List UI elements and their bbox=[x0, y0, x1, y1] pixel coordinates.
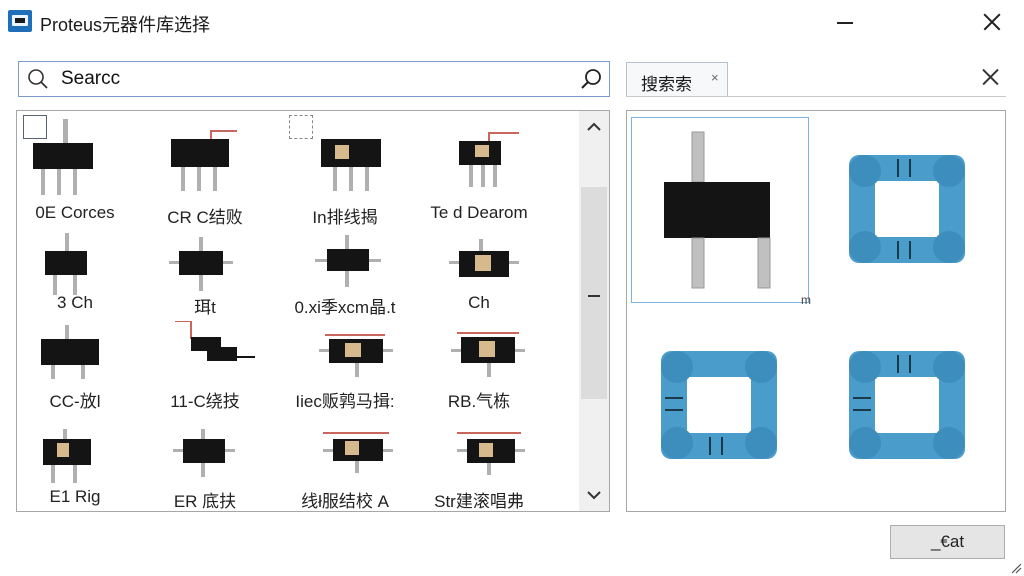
search-go-icon[interactable] bbox=[579, 68, 603, 92]
component-item[interactable]: 线ł服结校 A bbox=[275, 427, 415, 527]
component-label: 3 Ch bbox=[57, 293, 93, 312]
component-label: CR C结败 bbox=[167, 208, 243, 227]
component-label: Iiec贩鹑马揖: bbox=[295, 392, 395, 411]
component-item[interactable]: CC-放l bbox=[5, 321, 145, 421]
grid-scrollbar[interactable] bbox=[579, 111, 609, 511]
component-symbol-icon bbox=[457, 432, 525, 475]
component-symbol-icon bbox=[175, 321, 255, 361]
component-label: RB.气栋 bbox=[447, 392, 511, 411]
preview-panel: m bbox=[626, 110, 1006, 512]
component-label: Ch bbox=[468, 293, 490, 312]
component-label: 珥t bbox=[194, 298, 216, 317]
component-symbol-icon bbox=[45, 233, 87, 295]
footprint-preview[interactable] bbox=[845, 151, 969, 267]
app-icon bbox=[8, 10, 32, 32]
tab-divider bbox=[626, 96, 1006, 97]
tab-close-icon[interactable]: × bbox=[711, 70, 719, 85]
component-item[interactable]: Str建滚唱弗 bbox=[409, 427, 549, 527]
footprint-preview[interactable] bbox=[845, 347, 969, 463]
scroll-thumb[interactable] bbox=[581, 187, 607, 399]
ok-button[interactable]: _€at bbox=[890, 525, 1005, 559]
component-grid-panel: 0E Corces CR C结败 In排线揭 Te d Dearom 3 Ch … bbox=[16, 110, 610, 512]
component-label: Te d Dearom bbox=[430, 203, 528, 222]
component-symbol-icon bbox=[43, 429, 91, 483]
component-symbol-icon bbox=[33, 119, 93, 195]
component-symbol-icon bbox=[319, 334, 393, 377]
component-label: 0.xi季xcm晶.t bbox=[294, 298, 396, 317]
component-symbol-icon bbox=[321, 139, 381, 191]
component-item[interactable]: RB.气栋 bbox=[409, 321, 549, 421]
scroll-up-icon[interactable] bbox=[579, 115, 609, 139]
tab-search-label: 搜索索 bbox=[641, 75, 692, 94]
search-icon bbox=[28, 69, 48, 89]
component-item[interactable]: In排线揭 bbox=[275, 117, 415, 227]
component-symbol-icon bbox=[315, 235, 381, 287]
component-grid: 0E Corces CR C结败 In排线揭 Te d Dearom 3 Ch … bbox=[17, 111, 579, 511]
component-symbol-icon bbox=[173, 429, 235, 477]
preview-tag: m bbox=[801, 293, 811, 307]
close-window-button[interactable] bbox=[966, 0, 1020, 44]
footprint-icon bbox=[849, 351, 965, 459]
component-item[interactable]: 珥t bbox=[135, 231, 275, 331]
component-label: CC-放l bbox=[49, 392, 101, 411]
component-symbol-icon bbox=[171, 130, 237, 191]
component-item[interactable]: Ch bbox=[409, 231, 549, 331]
window-title: Proteus元器件库选择 bbox=[40, 15, 211, 35]
preview-symbol[interactable] bbox=[631, 117, 809, 303]
component-item[interactable]: ER 底扶 bbox=[135, 427, 275, 527]
component-item[interactable]: E1 Rig bbox=[5, 427, 145, 527]
component-item[interactable]: Te d Dearom bbox=[409, 117, 549, 222]
component-symbol-icon bbox=[449, 239, 519, 277]
component-label: ER 底扶 bbox=[173, 492, 237, 511]
component-item[interactable]: 11-C绕技 bbox=[135, 321, 275, 421]
component-label: 0E Corces bbox=[35, 203, 115, 222]
tab-search[interactable]: 搜索索 × bbox=[626, 62, 728, 96]
footprint-icon bbox=[849, 155, 965, 263]
component-label: 11-C绕技 bbox=[170, 392, 240, 411]
search-input[interactable] bbox=[61, 67, 541, 91]
component-item[interactable]: 0.xi季xcm晶.t bbox=[275, 231, 415, 331]
component-symbol-icon bbox=[41, 325, 99, 379]
component-symbol-icon bbox=[664, 131, 771, 289]
component-symbol-icon bbox=[459, 132, 519, 187]
component-item[interactable]: Iiec贩鹑马揖: bbox=[275, 321, 415, 421]
footprint-preview[interactable] bbox=[657, 347, 781, 463]
title-bar: Proteus元器件库选择 bbox=[0, 0, 1024, 44]
component-symbol-icon bbox=[451, 332, 525, 377]
component-label: E1 Rig bbox=[49, 487, 101, 506]
component-item[interactable]: CR C结败 bbox=[135, 117, 275, 227]
component-symbol-icon bbox=[323, 432, 393, 473]
component-label: Str建滚唱弗 bbox=[434, 492, 524, 511]
component-label: 线ł服结校 A bbox=[301, 492, 389, 511]
resize-grip-icon[interactable] bbox=[1008, 560, 1022, 574]
component-symbol-icon bbox=[169, 237, 233, 291]
panel-close-icon[interactable] bbox=[976, 62, 1006, 92]
minimize-button[interactable] bbox=[818, 0, 872, 44]
scroll-down-icon[interactable] bbox=[579, 483, 609, 507]
footprint-icon bbox=[661, 351, 777, 459]
search-box bbox=[18, 61, 610, 97]
component-item[interactable]: 3 Ch bbox=[5, 231, 145, 331]
component-item[interactable]: 0E Corces bbox=[5, 117, 145, 222]
component-label: In排线揭 bbox=[312, 208, 378, 227]
